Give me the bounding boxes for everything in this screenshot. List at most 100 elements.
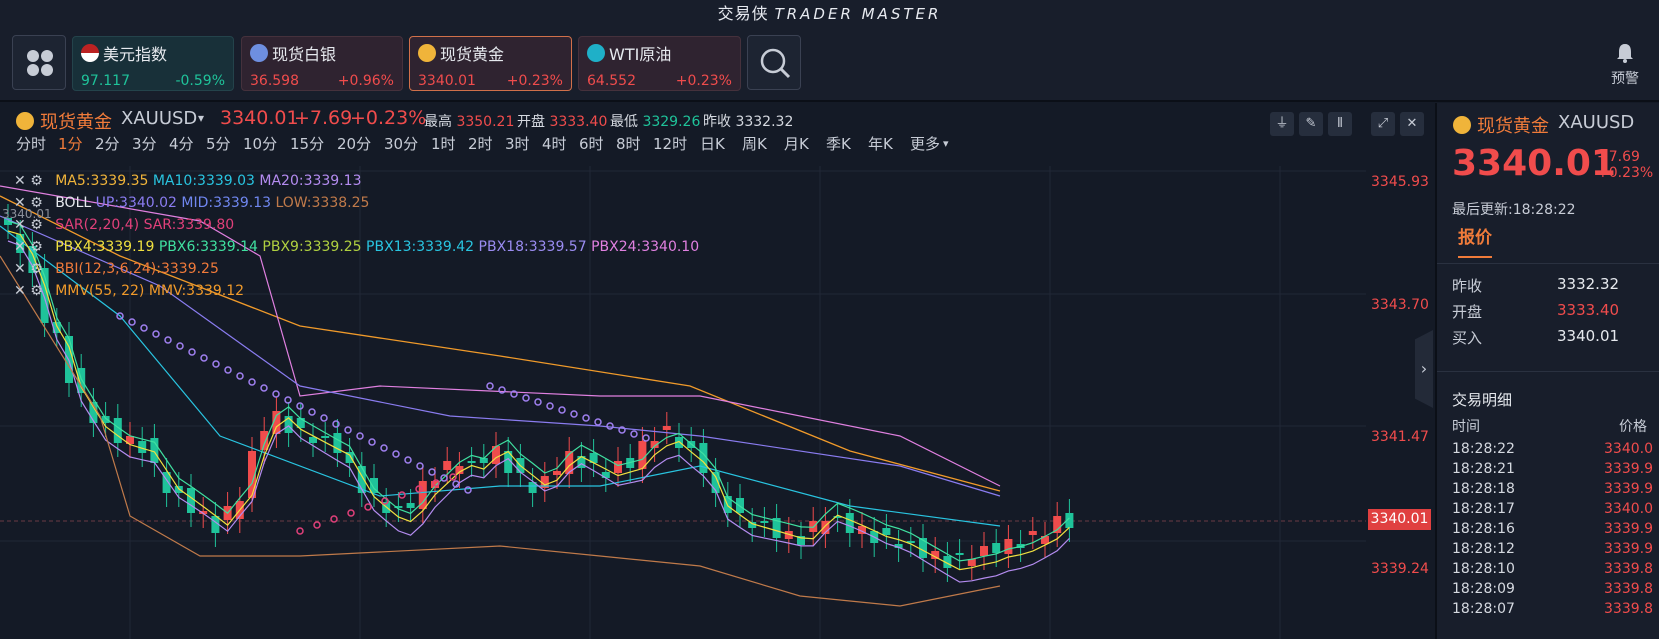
sar-dot xyxy=(212,360,220,368)
symbol-change-pct: +0.23% xyxy=(350,107,427,129)
trade-time: 18:28:09 xyxy=(1452,581,1515,597)
tab-timeframe[interactable]: 日K xyxy=(700,133,725,154)
tab-timeframe[interactable]: 5分 xyxy=(206,133,231,154)
candle-body xyxy=(882,528,891,535)
quote-key: 昨收 xyxy=(1452,277,1483,295)
tab-quote[interactable]: 报价 xyxy=(1458,223,1492,258)
sar-dot xyxy=(392,450,400,458)
tab-timeframe[interactable]: 3分 xyxy=(132,133,157,154)
expand-icon: ⤢ xyxy=(1377,116,1389,131)
candle-body xyxy=(260,431,269,450)
tab-timeframe[interactable]: 6时 xyxy=(579,133,604,154)
tab-timeframe[interactable]: 更多 xyxy=(910,133,940,154)
close-chart-button[interactable]: ✕ xyxy=(1400,112,1424,136)
fullscreen-button[interactable]: ⤢ xyxy=(1371,112,1395,136)
sar-dot xyxy=(176,342,184,350)
tab-timeframe[interactable]: 3时 xyxy=(505,133,530,154)
legend-ma20: MA20:3339.13 xyxy=(259,173,362,189)
card-name: 现货黄金 xyxy=(440,45,505,64)
candle-body xyxy=(553,471,561,475)
tab-timeframe[interactable]: 15分 xyxy=(290,133,324,154)
tab-timeframe[interactable]: 10分 xyxy=(243,133,277,154)
sar-dot xyxy=(284,396,292,404)
sar-dot xyxy=(313,521,321,529)
tab-timeframe[interactable]: 分时 xyxy=(16,133,46,154)
tab-timeframe[interactable]: 2时 xyxy=(468,133,493,154)
settings-icon[interactable]: ⚙ xyxy=(30,283,43,299)
candle-body xyxy=(980,546,988,556)
col-price: 价格 xyxy=(1619,419,1647,435)
tab-timeframe[interactable]: 4分 xyxy=(169,133,194,154)
tab-timeframe[interactable]: 30分 xyxy=(384,133,418,154)
card-usd-index[interactable]: 美元指数 97.117 -0.59% xyxy=(72,36,234,91)
sar-dot xyxy=(140,324,148,332)
oil-icon xyxy=(587,44,605,62)
bell-icon xyxy=(1617,44,1633,63)
candle-body xyxy=(406,503,415,508)
tab-timeframe[interactable]: 周K xyxy=(742,133,767,154)
settings-icon[interactable]: ⚙ xyxy=(30,173,43,189)
trade-time: 18:28:16 xyxy=(1452,521,1515,537)
sar-dot xyxy=(224,366,232,374)
sar-dot xyxy=(368,438,376,446)
candle-body xyxy=(955,553,964,555)
sar-dot xyxy=(347,509,355,517)
trade-row: 18:28:22 3340.0 xyxy=(1452,441,1659,457)
candle-type-button[interactable]: ⫴ xyxy=(1328,112,1352,136)
candle-body xyxy=(614,461,622,473)
legend-boll-mid: MID:3339.13 xyxy=(181,195,272,211)
trade-list[interactable]: 18:28:22 3340.0 18:28:21 3339.9 18:28:18 3339… xyxy=(1452,441,1659,639)
remove-indicator-icon[interactable]: ✕ xyxy=(14,239,26,255)
sar-dot xyxy=(188,348,196,356)
sar-dot xyxy=(449,473,457,481)
tab-timeframe[interactable]: 1时 xyxy=(431,133,456,154)
legend-mmv-value: MMV:3339.12 xyxy=(148,283,245,299)
tab-timeframe[interactable]: 年K xyxy=(868,133,893,154)
tab-timeframe[interactable]: 4时 xyxy=(542,133,567,154)
legend-sar: SAR(2,20,4) xyxy=(55,217,140,233)
card-wti[interactable]: WTI原油 64.552 +0.23% xyxy=(578,36,741,91)
draw-tool-button[interactable]: ✎ xyxy=(1299,112,1323,136)
sar-dot xyxy=(416,462,424,470)
panel-change: +7.69 xyxy=(1597,149,1640,165)
tab-timeframe[interactable]: 季K xyxy=(826,133,851,154)
tab-timeframe[interactable]: 月K xyxy=(784,133,809,154)
trade-price: 3339.8 xyxy=(1604,561,1653,577)
chevron-down-icon[interactable]: ▾ xyxy=(943,137,949,150)
sar-dot xyxy=(152,330,160,338)
card-change: -0.59% xyxy=(175,73,225,89)
remove-indicator-icon[interactable]: ✕ xyxy=(14,283,26,299)
search-button[interactable] xyxy=(747,35,801,90)
quote-value: 3333.40 xyxy=(1557,301,1620,319)
card-price: 64.552 xyxy=(587,73,636,89)
remove-indicator-icon[interactable]: ✕ xyxy=(14,261,26,277)
tab-timeframe[interactable]: 12时 xyxy=(653,133,687,154)
symbol-code[interactable]: XAUUSD xyxy=(121,108,197,129)
remove-indicator-icon[interactable]: ✕ xyxy=(14,173,26,189)
tab-timeframe[interactable]: 2分 xyxy=(95,133,120,154)
card-change: +0.23% xyxy=(506,73,563,89)
chevron-down-icon[interactable]: ▾ xyxy=(198,111,204,125)
settings-icon[interactable]: ⚙ xyxy=(30,239,43,255)
tab-timeframe[interactable]: 20分 xyxy=(337,133,371,154)
legend-pbx6: PBX6:3339.14 xyxy=(158,239,258,255)
sar-dot xyxy=(296,402,304,410)
sar-dot xyxy=(546,402,554,410)
symbol-name[interactable]: 现货黄金 xyxy=(40,108,112,134)
trade-row: 18:28:21 3339.9 xyxy=(1452,461,1659,477)
settings-icon[interactable]: ⚙ xyxy=(30,261,43,277)
card-silver[interactable]: 现货白银 36.598 +0.96% xyxy=(241,36,403,91)
collapse-panel-button[interactable]: › xyxy=(1415,330,1433,408)
quote-key: 买入 xyxy=(1452,329,1483,347)
current-price-label: 3340.01 xyxy=(1368,509,1431,530)
indicator-tool-button[interactable]: ⏚ xyxy=(1270,112,1294,136)
apps-button[interactable] xyxy=(12,35,66,90)
trade-row: 18:28:10 3339.8 xyxy=(1452,561,1659,577)
legend-pbx13: PBX13:3339.42 xyxy=(366,239,475,255)
tab-timeframe[interactable]: 8时 xyxy=(616,133,641,154)
alarm-button[interactable]: 预警 xyxy=(1605,42,1645,88)
tab-timeframe[interactable]: 1分 xyxy=(58,133,83,154)
card-gold[interactable]: 现货黄金 3340.01 +0.23% xyxy=(409,36,572,91)
trade-price: 3339.9 xyxy=(1604,481,1653,497)
sar-dot xyxy=(570,410,578,418)
